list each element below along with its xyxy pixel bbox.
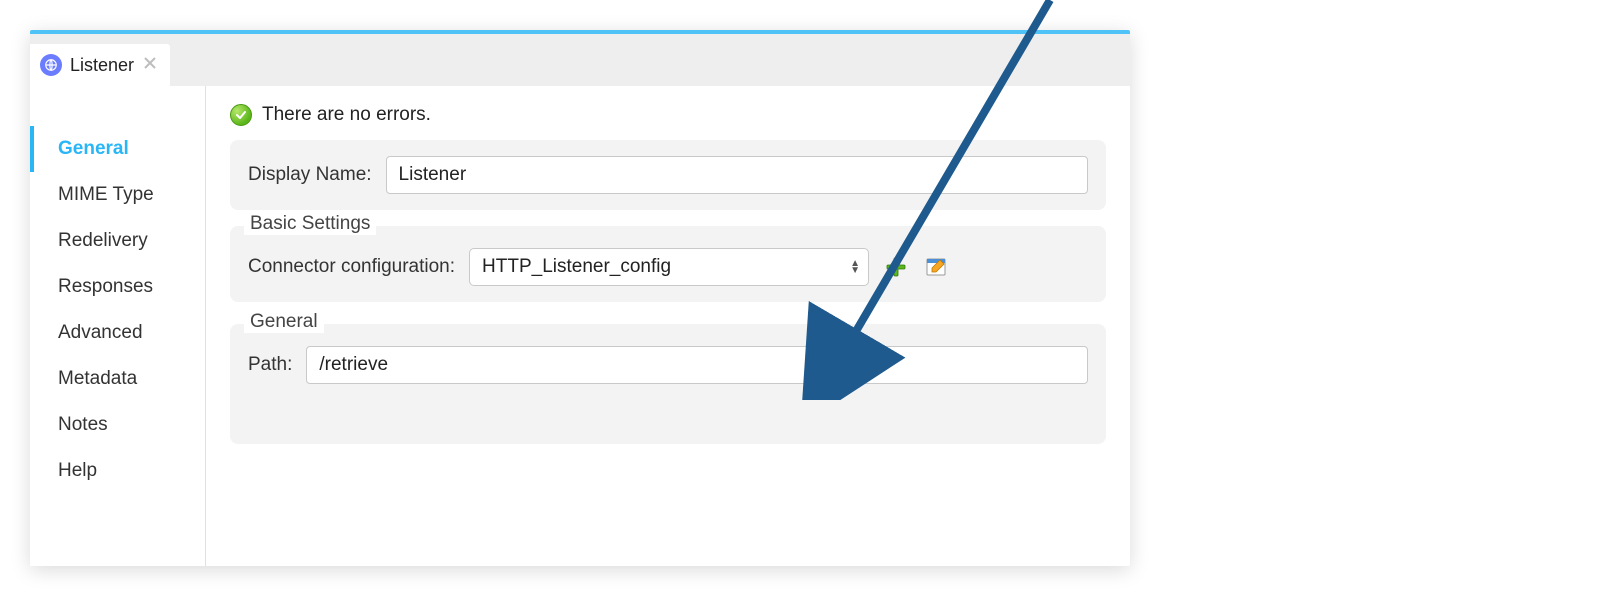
- display-name-label: Display Name:: [248, 164, 372, 186]
- status-row: There are no errors.: [230, 104, 1106, 126]
- sidebar-item-advanced[interactable]: Advanced: [30, 310, 205, 356]
- sidebar-label: Redelivery: [58, 230, 148, 251]
- sidebar-item-notes[interactable]: Notes: [30, 402, 205, 448]
- sidebar-label: MIME Type: [58, 184, 154, 205]
- sidebar-item-responses[interactable]: Responses: [30, 264, 205, 310]
- connector-config-value: HTTP_Listener_config: [482, 256, 671, 278]
- path-input[interactable]: [306, 346, 1088, 384]
- check-icon: [230, 104, 252, 126]
- tab-title: Listener: [70, 55, 134, 76]
- basic-settings-legend: Basic Settings: [244, 213, 376, 235]
- globe-icon: [40, 54, 62, 76]
- sidebar-item-help[interactable]: Help: [30, 448, 205, 494]
- connector-config-select[interactable]: HTTP_Listener_config ▲▼: [469, 248, 869, 286]
- add-button[interactable]: [883, 254, 909, 280]
- panel-body: General MIME Type Redelivery Responses A…: [30, 86, 1130, 566]
- listener-config-panel: Listener General MIME Type Redelivery Re…: [30, 30, 1130, 566]
- basic-settings-fieldset: Basic Settings Connector configuration: …: [230, 226, 1106, 302]
- general-legend: General: [244, 311, 324, 333]
- sidebar-item-metadata[interactable]: Metadata: [30, 356, 205, 402]
- sidebar: General MIME Type Redelivery Responses A…: [30, 86, 206, 566]
- sidebar-item-general[interactable]: General: [30, 126, 205, 172]
- content-area: There are no errors. Display Name: Basic…: [206, 86, 1130, 566]
- sidebar-label: Notes: [58, 414, 108, 435]
- sidebar-label: Responses: [58, 276, 153, 297]
- close-icon[interactable]: [142, 54, 158, 76]
- general-fieldset: General Path:: [230, 324, 1106, 444]
- tab-listener[interactable]: Listener: [30, 44, 170, 86]
- edit-button[interactable]: [923, 254, 949, 280]
- sidebar-label: Metadata: [58, 368, 137, 389]
- display-name-input[interactable]: [386, 156, 1088, 194]
- connector-config-label: Connector configuration:: [248, 256, 455, 278]
- status-message: There are no errors.: [262, 104, 431, 126]
- tab-bar: Listener: [30, 30, 1130, 86]
- sidebar-label: General: [58, 138, 129, 159]
- display-name-section: Display Name:: [230, 140, 1106, 210]
- path-label: Path:: [248, 354, 292, 376]
- sidebar-label: Advanced: [58, 322, 143, 343]
- sidebar-label: Help: [58, 460, 97, 481]
- sidebar-item-mime-type[interactable]: MIME Type: [30, 172, 205, 218]
- sidebar-item-redelivery[interactable]: Redelivery: [30, 218, 205, 264]
- chevron-updown-icon: ▲▼: [850, 260, 860, 274]
